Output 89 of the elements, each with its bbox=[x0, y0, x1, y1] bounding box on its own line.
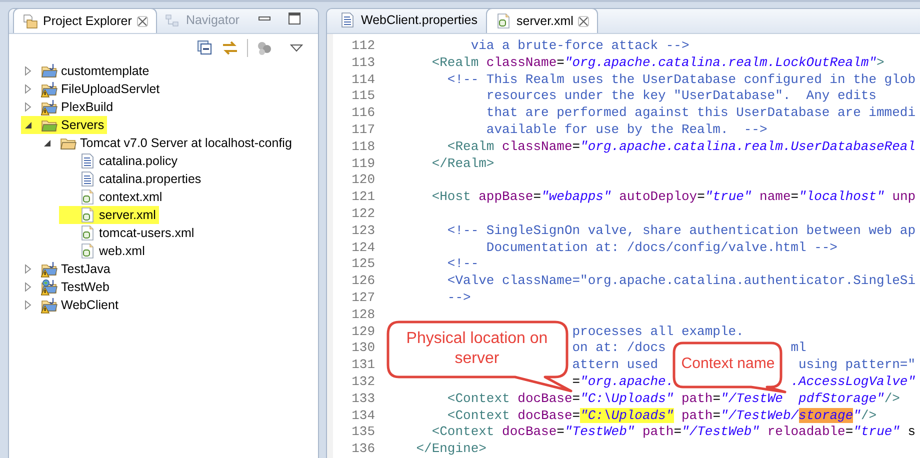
expand-icon[interactable] bbox=[23, 264, 33, 274]
view-tab[interactable]: Project Explorer bbox=[13, 9, 157, 33]
code-line: <Realm className="org.apache.catalina.realm.LockOutRealm"> bbox=[432, 54, 884, 72]
navigator-icon bbox=[164, 12, 181, 28]
view-menu-icon[interactable] bbox=[290, 43, 304, 53]
maximize-icon bbox=[288, 12, 302, 26]
callout-text: Context name bbox=[681, 354, 775, 374]
maximize-button[interactable] bbox=[288, 12, 302, 26]
tree-item[interactable]: server.xml bbox=[59, 206, 159, 224]
code-line: <Context docBase="C:\Uploads" path="/TestWeb/storage"/> bbox=[447, 408, 877, 424]
code-line: on at: /docs bbox=[572, 340, 666, 358]
collapse-icon[interactable] bbox=[23, 120, 33, 130]
tree-item[interactable]: context.xml bbox=[59, 188, 166, 206]
tree-item[interactable]: WebClient bbox=[21, 296, 122, 314]
code-line: <Host appBase="webapps" autoDeploy="true" name="localhost" unp bbox=[432, 189, 916, 206]
close-icon[interactable] bbox=[578, 16, 590, 26]
tree-item[interactable]: customtemplate bbox=[21, 62, 152, 80]
tree-item[interactable]: catalina.policy bbox=[59, 152, 181, 170]
line-number: 123 bbox=[350, 222, 375, 240]
explorer-icon bbox=[22, 13, 38, 29]
line-number: 112 bbox=[350, 38, 375, 55]
code-line: .AccessLogValve" bbox=[790, 374, 916, 391]
code-line: <!-- This Realm uses the UserDatabase configured in the glob bbox=[447, 72, 916, 88]
line-number: 127 bbox=[350, 290, 375, 307]
editor-tab[interactable]: WebClient.properties bbox=[331, 9, 486, 33]
line-number: 129 bbox=[350, 324, 375, 340]
code-line: via a brute-force attack --> bbox=[470, 38, 690, 55]
tree-item[interactable]: Tomcat v7.0 Server at localhost-config bbox=[40, 134, 295, 152]
code-line: processes all example. bbox=[572, 324, 744, 340]
line-number: 128 bbox=[350, 306, 375, 324]
editor-tab[interactable]: server.xml bbox=[486, 9, 598, 33]
code-line: resources under the key "UserDatabase". Any edits bbox=[486, 88, 876, 106]
line-number: 120 bbox=[350, 172, 375, 190]
line-number: 122 bbox=[350, 206, 375, 223]
code-line: using pattern=" bbox=[798, 357, 916, 374]
line-number: 116 bbox=[350, 105, 375, 122]
code-line: <Valve className="org.apache.catalina.authenticator.SingleSi bbox=[447, 273, 916, 290]
line-number: 134 bbox=[350, 408, 375, 424]
expand-icon[interactable] bbox=[23, 282, 33, 292]
line-number: 114 bbox=[350, 72, 375, 88]
code-line: ml bbox=[790, 340, 806, 358]
code-line: attern used bbox=[572, 357, 658, 374]
tree-item[interactable]: Servers bbox=[21, 116, 108, 134]
tree-item[interactable]: TestJava bbox=[21, 260, 114, 278]
line-number: 130 bbox=[350, 340, 375, 358]
collapse-icon[interactable] bbox=[42, 138, 52, 148]
code-line: Documentation at: /docs/config/valve.html --> bbox=[486, 240, 838, 256]
expand-icon[interactable] bbox=[23, 300, 33, 310]
tree-item[interactable]: FileUploadServlet bbox=[21, 80, 163, 98]
code-line: --> bbox=[447, 290, 471, 307]
line-number: 121 bbox=[350, 189, 375, 206]
code-line: </Realm> bbox=[432, 156, 494, 172]
close-icon[interactable] bbox=[136, 16, 148, 26]
expand-icon[interactable] bbox=[23, 84, 33, 94]
link-with-editor-icon[interactable] bbox=[221, 40, 239, 56]
line-number: 118 bbox=[350, 138, 375, 156]
filters-icon[interactable] bbox=[256, 40, 272, 56]
tree-item[interactable]: PlexBuild bbox=[21, 98, 116, 116]
code-line: </Engine> bbox=[416, 441, 486, 458]
code-line: ="org.apache. bbox=[572, 374, 674, 391]
tree-item[interactable]: TestWeb bbox=[21, 278, 112, 296]
line-number: 126 bbox=[350, 273, 375, 290]
xml-file-icon bbox=[494, 12, 512, 30]
code-line: that are performed against this UserDatabase are immedi bbox=[486, 105, 916, 122]
line-number: 117 bbox=[350, 122, 375, 139]
line-number: 132 bbox=[350, 374, 375, 391]
tree-item[interactable]: web.xml bbox=[59, 242, 148, 260]
code-line: <!-- SingleSignOn valve, share authentication between web ap bbox=[447, 222, 916, 240]
line-number: 125 bbox=[350, 256, 375, 274]
collapse-all-icon[interactable] bbox=[197, 40, 213, 56]
callout-text: Physical location on server bbox=[405, 329, 549, 369]
code-line: <Context docBase="TestWeb" path="/TestWeb" reloadable="true" s bbox=[432, 424, 916, 442]
tree-item[interactable]: catalina.properties bbox=[59, 170, 204, 188]
line-number: 131 bbox=[350, 357, 375, 374]
code-line: <Realm className="org.apache.catalina.realm.UserDatabaseReal bbox=[447, 138, 916, 156]
line-number: 119 bbox=[350, 156, 375, 172]
line-number: 115 bbox=[350, 88, 375, 106]
line-number: 124 bbox=[350, 240, 375, 256]
expand-icon[interactable] bbox=[23, 66, 33, 76]
text-file-icon bbox=[339, 12, 356, 29]
expand-icon[interactable] bbox=[23, 102, 33, 112]
line-number: 136 bbox=[350, 441, 375, 458]
tree-item[interactable]: tomcat-users.xml bbox=[59, 224, 198, 242]
code-line: <!-- bbox=[447, 256, 479, 274]
line-number: 135 bbox=[350, 424, 375, 442]
code-line: <Context docBase="C:\Uploads" path="/TestWe pdfStorage"/> bbox=[447, 390, 900, 408]
line-number: 113 bbox=[350, 54, 375, 72]
line-number: 133 bbox=[350, 390, 375, 408]
code-line: available for use by the Realm. --> bbox=[486, 122, 768, 139]
